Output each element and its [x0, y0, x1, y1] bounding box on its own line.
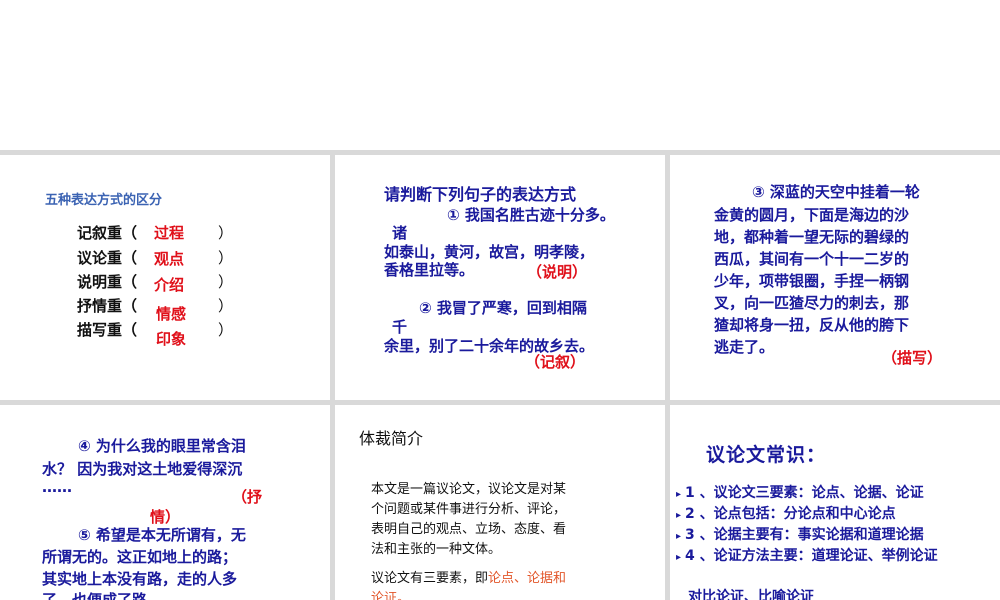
q4-answer: （抒: [232, 488, 263, 506]
knowledge-extra: 对比论证、比喻论证: [688, 589, 814, 600]
three-elements-highlight: 论点、论据和: [488, 571, 567, 586]
bullet-icon: ▸: [676, 510, 682, 521]
q5-line: ⑤ 希望是本无所谓有，无: [78, 526, 246, 544]
answer-lyric: 情感: [156, 305, 187, 323]
q5-line: 其实地上本没有路，走的人多: [42, 570, 238, 588]
slide-thumbnail-6[interactable]: 议论文常识： ▸ 1 、议论文三要素：论点、论据、论证 ▸ 2 、论点包括：分论点和…: [670, 405, 1000, 600]
slide-thumbnail-4[interactable]: ④ 为什么我的眼里常含泪 水？ 因为我对这土地爱得深沉 …… （抒 情） ⑤ 希…: [0, 405, 330, 600]
slide2-title: 请判断下列句子的表达方式: [384, 185, 577, 204]
q5-line: 了，也便成了路: [42, 591, 148, 600]
q4-line: 水？ 因为我对这土地爱得深沉: [42, 460, 243, 478]
intro-line: 本文是一篇议论文，议论文是对某: [371, 482, 567, 497]
intro-line: 法和主张的一种文体。: [371, 542, 502, 557]
slide-thumbnail-3[interactable]: ③ 深蓝的天空中挂着一轮 金黄的圆月，下面是海边的沙 地，都种着一望无际的碧绿的…: [670, 155, 1000, 400]
close-paren: ）: [218, 297, 234, 315]
bullet-icon: ▸: [676, 489, 682, 500]
passage-line: 少年，项带银圈，手捏一柄钢: [714, 272, 910, 290]
answer-exposition: 介绍: [154, 276, 185, 294]
bullet-icon: ▸: [676, 531, 682, 542]
passage-line: ③ 深蓝的天空中挂着一轮: [752, 183, 920, 201]
row-label-lyric: 抒情重（: [77, 297, 138, 315]
row-label-argument: 议论重（: [77, 249, 138, 267]
row-label-narration: 记叙重（: [77, 224, 138, 242]
slide5-title: 体裁简介: [359, 429, 424, 448]
slide6-title: 议论文常识：: [706, 444, 827, 466]
knowledge-item-3: ▸ 3 、论据主要有：事实论据和道理论据: [676, 527, 924, 543]
slide-thumbnail-2[interactable]: 请判断下列句子的表达方式 ① 我国名胜古迹十分多。 诸 如泰山，黄河，故宫，明孝…: [335, 155, 665, 400]
answer-argument: 观点: [154, 250, 185, 268]
passage-line: 金黄的圆月，下面是海边的沙: [714, 206, 910, 224]
answer-narration: 过程: [154, 224, 185, 242]
row-label-description: 描写重（: [77, 321, 138, 339]
slide1-title: 五种表达方式的区分: [45, 193, 163, 208]
knowledge-item-4: ▸ 4 、论证方法主要：道理论证、举例论证: [676, 548, 938, 564]
q1-answer: （说明）: [527, 263, 588, 281]
three-elements-prefix: 议论文有三要素，即: [371, 571, 489, 586]
q4-line: ……: [42, 478, 72, 496]
three-elements-highlight: 论证。: [371, 591, 411, 600]
slide-thumbnail-1[interactable]: 五种表达方式的区分 记叙重（ 过程 ） 议论重（ 观点 ） 说明重（ 介绍 ） …: [0, 155, 330, 400]
passage-line: 逃走了。: [714, 338, 775, 356]
close-paren: ）: [218, 224, 234, 242]
slide-thumbnail-5[interactable]: 体裁简介 本文是一篇议论文，议论文是对某 个问题或某件事进行分析、评论， 表明自…: [335, 405, 665, 600]
close-paren: ）: [218, 273, 234, 291]
intro-line: 表明自己的观点、立场、态度、看: [371, 522, 567, 537]
q2-line: ② 我冒了严寒，回到相隔: [419, 299, 587, 317]
passage-answer: （描写）: [882, 349, 943, 367]
q5-line: 所谓无的。这正如地上的路；: [42, 548, 238, 566]
row-label-exposition: 说明重（: [77, 273, 138, 291]
intro-line: 个问题或某件事进行分析、评论，: [371, 502, 567, 517]
q2-line: 千: [392, 318, 408, 336]
q4-line: ④ 为什么我的眼里常含泪: [78, 437, 246, 455]
q1-line: 香格里拉等。: [384, 261, 475, 279]
three-elements-line: 议论文有三要素，即论点、论据和: [371, 567, 566, 586]
q1-line: 诸: [392, 224, 408, 242]
bullet-icon: ▸: [676, 552, 682, 563]
passage-line: 叉，向一匹猹尽力的刺去，那: [714, 294, 910, 312]
q2-answer: （记叙）: [525, 353, 586, 371]
passage-line: 地，都种着一望无际的碧绿的: [714, 228, 910, 246]
knowledge-item-1: ▸ 1 、议论文三要素：论点、论据、论证: [676, 485, 924, 501]
close-paren: ）: [218, 321, 234, 339]
close-paren: ）: [218, 249, 234, 267]
q1-line: ① 我国名胜古迹十分多。: [447, 206, 615, 224]
passage-line: 西瓜，其间有一个十一二岁的: [714, 250, 910, 268]
knowledge-item-2: ▸ 2 、论点包括：分论点和中心论点: [676, 506, 896, 522]
answer-description: 印象: [156, 330, 187, 348]
passage-line: 猹却将身一扭，反从他的胯下: [714, 316, 910, 334]
